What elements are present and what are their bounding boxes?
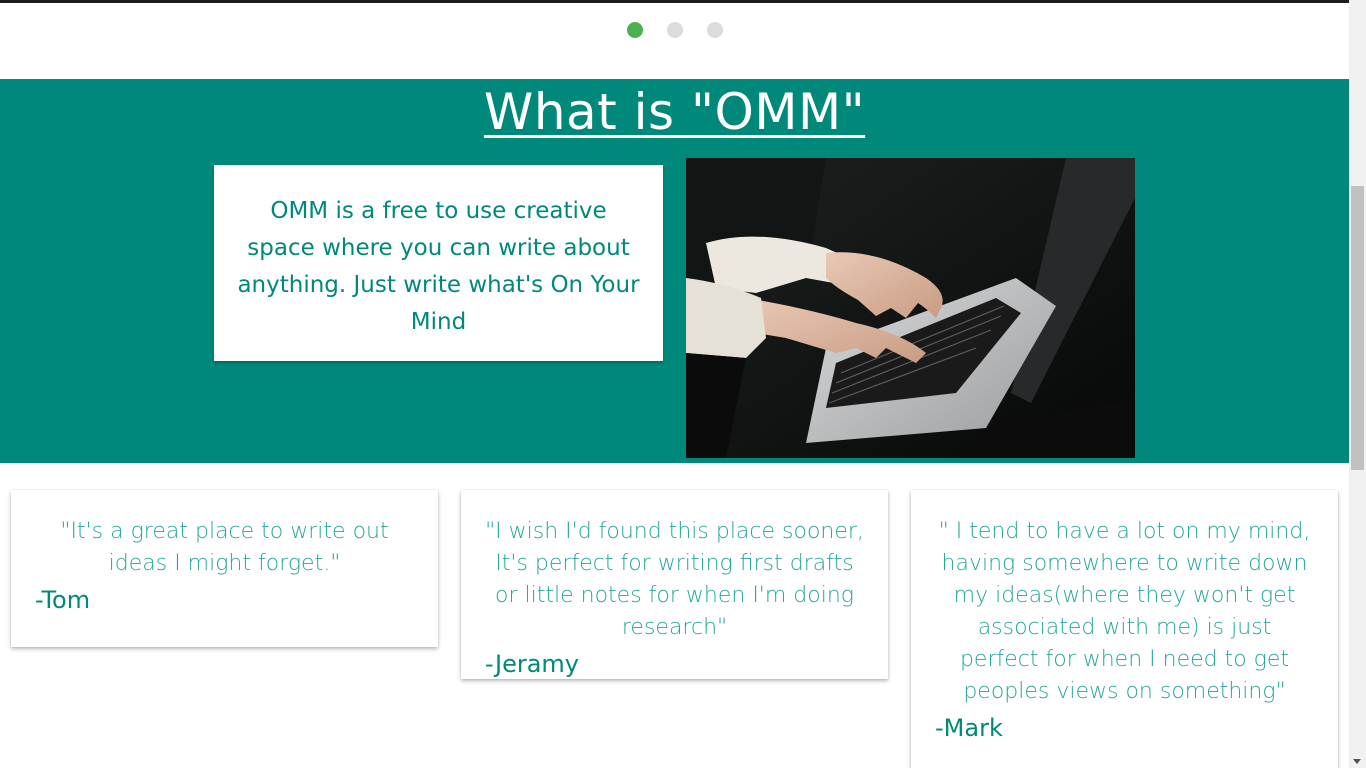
- carousel-indicator-3[interactable]: [706, 22, 723, 38]
- about-description: OMM is a free to use creative space wher…: [237, 198, 640, 335]
- scrollbar-thumb[interactable]: [1351, 186, 1364, 470]
- carousel-indicator-2[interactable]: [666, 22, 683, 38]
- testimonial-card: "It's a great place to write out ideas I…: [11, 490, 438, 647]
- testimonial-quote: "I wish I'd found this place sooner, It'…: [485, 519, 864, 640]
- about-title: What is "OMM": [483, 83, 866, 141]
- testimonial-author: -Tom: [35, 586, 91, 614]
- testimonial-card: "I wish I'd found this place sooner, It'…: [461, 490, 888, 679]
- testimonial-quote: " I tend to have a lot on my mind, havin…: [938, 519, 1311, 704]
- testimonial-card: " I tend to have a lot on my mind, havin…: [911, 490, 1338, 768]
- testimonial-author: -Mark: [935, 714, 1003, 742]
- testimonial-quote: "It's a great place to write out ideas I…: [60, 519, 389, 576]
- carousel-image-edge: [0, 0, 1349, 3]
- laptop-typing-image: [686, 158, 1135, 458]
- about-card: OMM is a free to use creative space wher…: [214, 165, 663, 361]
- testimonial-author: -Jeramy: [485, 650, 579, 678]
- carousel-indicator-1[interactable]: [626, 22, 643, 38]
- page: What is "OMM" OMM is a free to use creat…: [0, 0, 1349, 768]
- carousel-indicators: [0, 22, 1349, 38]
- about-section: What is "OMM" OMM is a free to use creat…: [0, 79, 1349, 463]
- scroll-down-arrow-icon[interactable]: [1353, 759, 1361, 764]
- vertical-scrollbar[interactable]: [1349, 0, 1366, 768]
